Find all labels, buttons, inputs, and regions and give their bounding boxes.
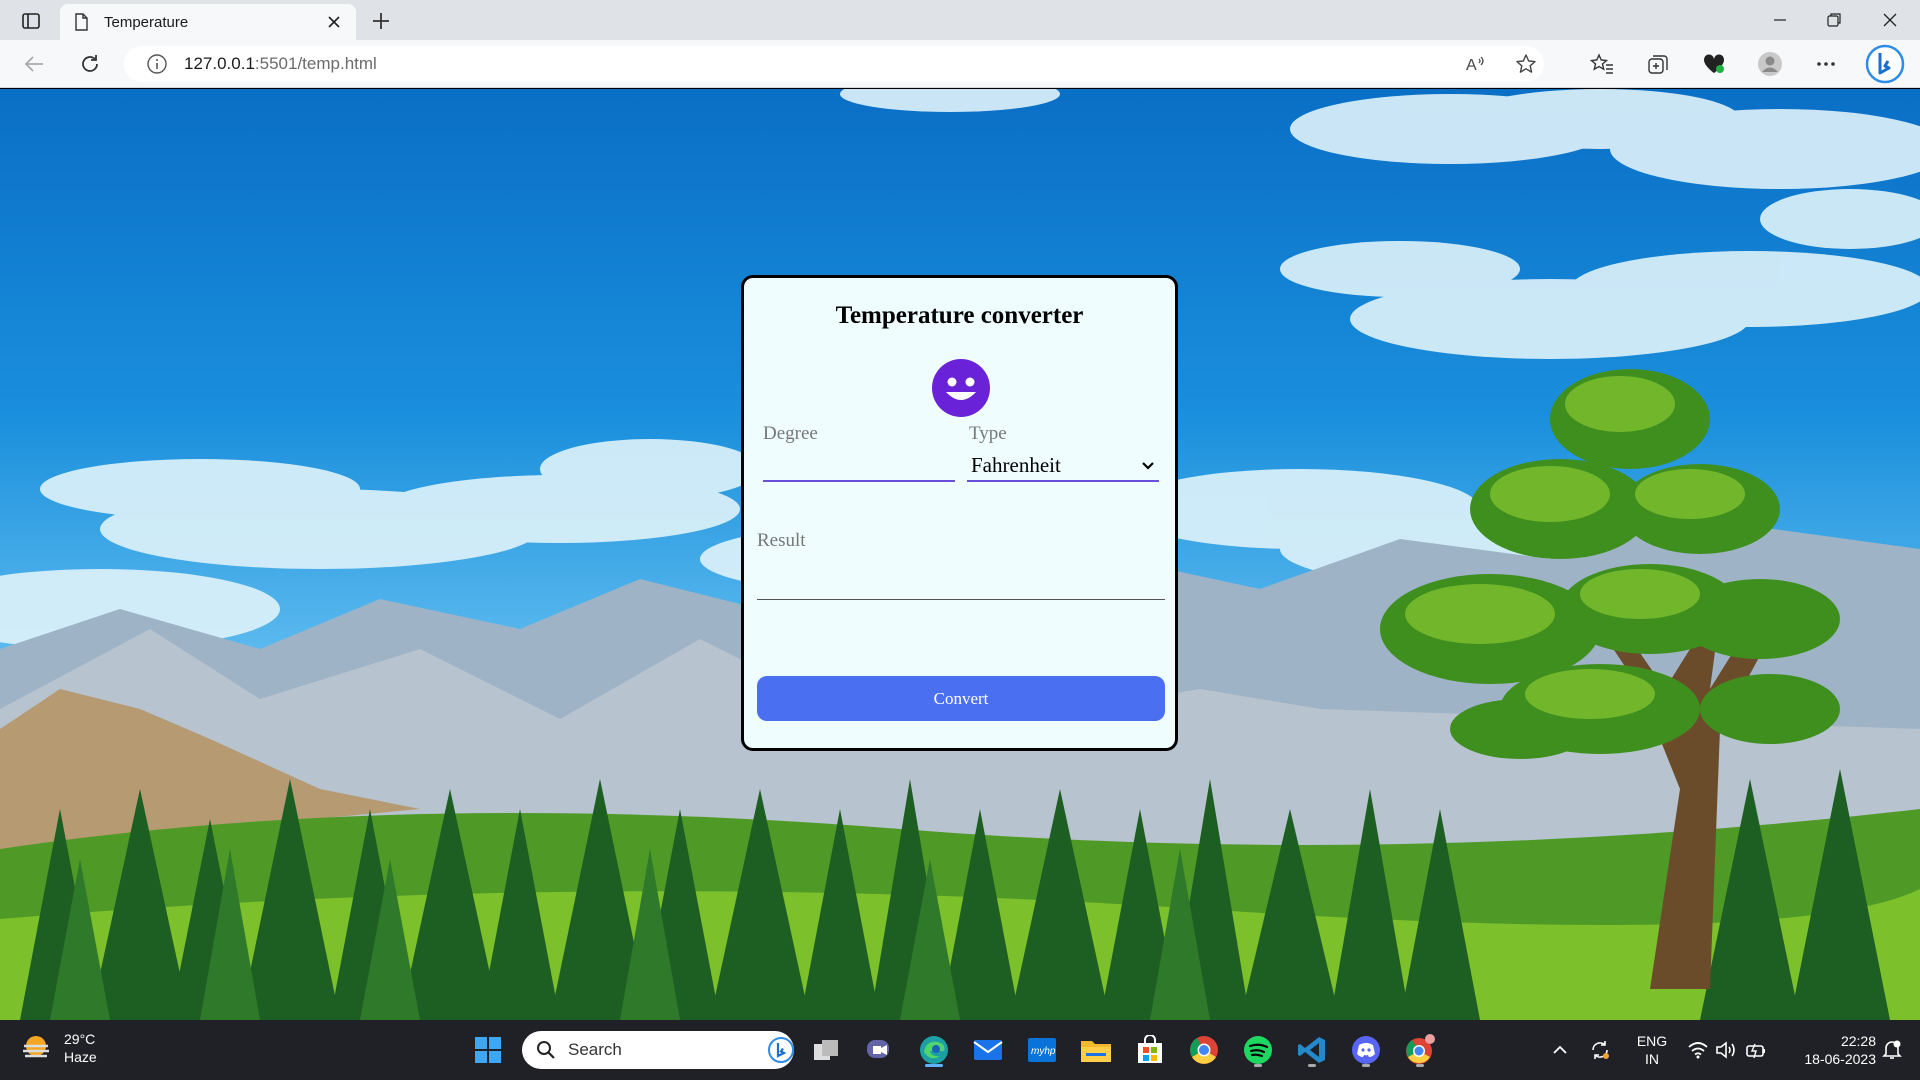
minimize-button[interactable] bbox=[1752, 0, 1808, 40]
chevron-down-icon bbox=[1142, 462, 1154, 470]
taskbar: 29°C Haze Search myhp ENG IN 22:28 18-06… bbox=[0, 1020, 1920, 1080]
result-label: Result bbox=[757, 530, 806, 551]
haze-weather-icon bbox=[23, 1036, 49, 1058]
app-indicator bbox=[1308, 1064, 1316, 1067]
close-tab-icon[interactable] bbox=[324, 12, 344, 32]
svg-text:myhp: myhp bbox=[1031, 1046, 1056, 1057]
type-select-value: Fahrenheit bbox=[971, 452, 1061, 477]
battery-icon[interactable] bbox=[1738, 1030, 1774, 1070]
page-icon bbox=[75, 13, 88, 31]
result-output bbox=[757, 568, 1165, 600]
chevron-up-icon[interactable] bbox=[1542, 1030, 1578, 1070]
address-bar[interactable]: 127.0.0.1:5501/temp.html A bbox=[124, 46, 1544, 82]
app-indicator bbox=[1362, 1064, 1370, 1067]
type-label: Type bbox=[969, 423, 1007, 444]
type-select[interactable]: Fahrenheit bbox=[967, 450, 1159, 482]
app-indicator bbox=[1254, 1064, 1262, 1067]
collections-icon[interactable] bbox=[1640, 48, 1676, 80]
myhp-icon[interactable]: myhp bbox=[1022, 1030, 1062, 1070]
bing-chat-icon[interactable] bbox=[1864, 44, 1906, 84]
browser-essentials-icon[interactable] bbox=[1696, 48, 1732, 80]
url-host: 127.0.0.1 bbox=[184, 54, 255, 73]
weather-widget[interactable]: 29°C Haze bbox=[20, 1030, 97, 1066]
search-label: Search bbox=[568, 1040, 622, 1059]
tab-title: Temperature bbox=[104, 13, 189, 31]
spotify-icon[interactable] bbox=[1238, 1030, 1278, 1070]
teams-chat-icon[interactable] bbox=[860, 1030, 900, 1070]
browser-toolbar: 127.0.0.1:5501/temp.html A bbox=[0, 40, 1920, 88]
search-icon bbox=[537, 1041, 555, 1059]
discord-icon[interactable] bbox=[1346, 1030, 1386, 1070]
file-explorer-icon[interactable] bbox=[1076, 1030, 1116, 1070]
new-tab-button[interactable] bbox=[366, 6, 396, 36]
favorites-icon[interactable] bbox=[1584, 48, 1620, 80]
language-indicator[interactable]: ENG IN bbox=[1630, 1032, 1674, 1068]
language-region: IN bbox=[1645, 1051, 1659, 1067]
converter-card: Temperature converter Degree Type Fahren… bbox=[741, 275, 1178, 751]
microsoft-store-icon[interactable] bbox=[1130, 1030, 1170, 1070]
clock-date: 18-06-2023 bbox=[1804, 1051, 1876, 1067]
weather-desc: Haze bbox=[64, 1049, 97, 1065]
info-icon[interactable] bbox=[146, 53, 168, 75]
task-view-icon[interactable] bbox=[806, 1030, 846, 1070]
clock[interactable]: 22:28 18-06-2023 bbox=[1780, 1032, 1884, 1068]
smiley-icon bbox=[932, 359, 990, 417]
sync-icon[interactable] bbox=[1582, 1030, 1618, 1070]
page-viewport: Temperature converter Degree Type Fahren… bbox=[0, 89, 1920, 1020]
close-window-button[interactable] bbox=[1862, 0, 1918, 40]
app-indicator bbox=[1416, 1064, 1424, 1067]
chrome-icon[interactable] bbox=[1184, 1030, 1224, 1070]
tab-actions-icon[interactable] bbox=[14, 8, 48, 34]
clock-time: 22:28 bbox=[1840, 1033, 1876, 1049]
more-options-icon[interactable] bbox=[1808, 48, 1844, 80]
url-path: :5501/temp.html bbox=[254, 54, 377, 73]
mail-icon[interactable] bbox=[968, 1030, 1008, 1070]
favorite-star-icon[interactable] bbox=[1514, 52, 1538, 76]
start-button[interactable] bbox=[468, 1030, 508, 1070]
refresh-button[interactable] bbox=[72, 48, 108, 80]
degree-input[interactable] bbox=[763, 450, 955, 482]
svg-text:A: A bbox=[1466, 57, 1477, 74]
chrome-profile-icon[interactable] bbox=[1400, 1030, 1440, 1070]
profile-avatar[interactable] bbox=[1752, 48, 1788, 80]
vscode-icon[interactable] bbox=[1292, 1030, 1332, 1070]
language-code: ENG bbox=[1636, 1033, 1668, 1049]
degree-label: Degree bbox=[763, 423, 818, 444]
weather-temp: 29°C bbox=[64, 1031, 96, 1047]
browser-tab[interactable]: Temperature bbox=[60, 4, 356, 40]
bing-icon bbox=[768, 1037, 794, 1063]
taskbar-search[interactable]: Search bbox=[522, 1031, 794, 1069]
card-title: Temperature converter bbox=[835, 302, 1084, 329]
notification-bell-icon[interactable] bbox=[1874, 1030, 1910, 1070]
edge-icon[interactable] bbox=[914, 1030, 954, 1070]
back-button[interactable] bbox=[16, 48, 52, 80]
tab-bar: Temperature bbox=[0, 0, 1920, 40]
convert-button[interactable]: Convert bbox=[757, 676, 1165, 721]
restore-button[interactable] bbox=[1806, 0, 1862, 40]
read-aloud-icon[interactable]: A bbox=[1464, 52, 1488, 76]
active-app-indicator bbox=[925, 1064, 943, 1067]
